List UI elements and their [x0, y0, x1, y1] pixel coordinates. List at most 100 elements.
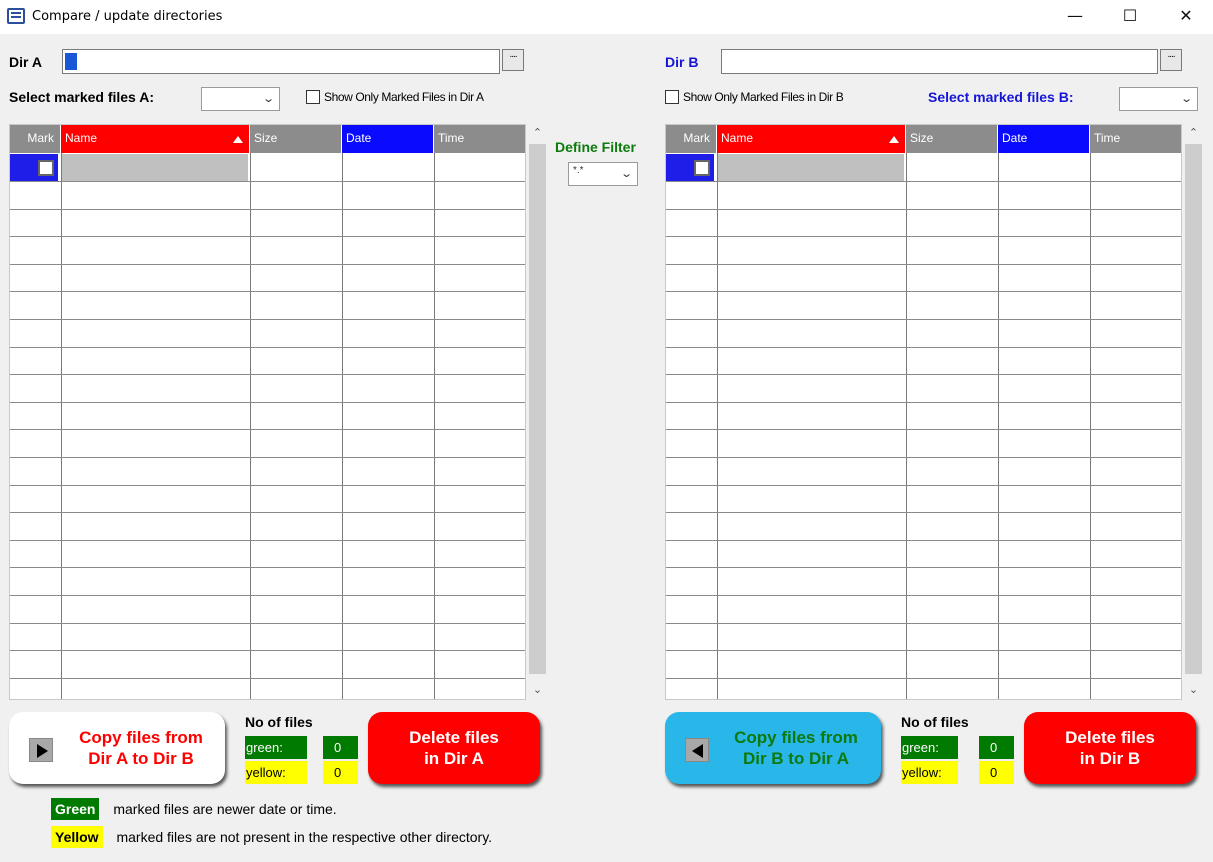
grid-row-divider — [666, 402, 1181, 403]
dir-a-browse-button[interactable]: .... — [502, 49, 524, 71]
no-of-files-b-title: No of files — [901, 714, 969, 730]
column-header-date[interactable]: Date — [998, 125, 1090, 153]
arrow-right-icon — [29, 738, 53, 762]
green-count-a-label: green: — [245, 736, 307, 759]
legend-yellow: Yellow marked files are not present in t… — [51, 826, 492, 848]
selected-name-cell[interactable] — [62, 154, 248, 181]
close-button[interactable]: ✕ — [1163, 0, 1209, 34]
copy-b-to-a-line1: Copy files from — [734, 728, 858, 747]
grid-row-divider — [666, 512, 1181, 513]
delete-files-a-line2: in Dir A — [424, 749, 484, 768]
yellow-count-a-label: yellow: — [245, 761, 307, 784]
dir-b-label: Dir B — [665, 54, 699, 70]
grid-row-divider — [666, 181, 1181, 182]
delete-files-b-button[interactable]: Delete files in Dir B — [1024, 712, 1196, 784]
copy-a-to-b-button[interactable]: Copy files from Dir A to Dir B — [9, 712, 225, 784]
copy-b-to-a-button[interactable]: Copy files from Dir B to Dir A — [665, 712, 881, 784]
copy-a-to-b-line1: Copy files from — [79, 728, 203, 747]
grid-column-divider — [61, 153, 62, 699]
grid-row-divider — [666, 678, 1181, 679]
column-header-name[interactable]: Name — [717, 125, 906, 153]
selected-mark-cell[interactable] — [666, 154, 714, 181]
scroll-up-icon[interactable]: ⌃ — [528, 126, 547, 139]
filter-value: *.* — [573, 165, 584, 176]
dir-b-browse-button[interactable]: .... — [1160, 49, 1182, 71]
grid-row-divider — [10, 485, 525, 486]
column-header-size[interactable]: Size — [250, 125, 342, 153]
delete-files-b-line1: Delete files — [1065, 728, 1155, 747]
grid-row-divider — [10, 595, 525, 596]
grid-row-divider — [666, 595, 1181, 596]
column-header-name[interactable]: Name — [61, 125, 250, 153]
scroll-down-icon[interactable]: ⌄ — [528, 683, 547, 696]
column-header-size[interactable]: Size — [906, 125, 998, 153]
column-header-name-label: Name — [65, 131, 98, 145]
green-count-a-value: 0 — [323, 736, 358, 759]
dir-a-input[interactable] — [62, 49, 500, 74]
scroll-thumb[interactable] — [529, 144, 546, 674]
column-header-time[interactable]: Time — [434, 125, 525, 153]
legend-green: Green marked files are newer date or tim… — [51, 798, 337, 820]
legend-yellow-text: marked files are not present in the resp… — [116, 829, 493, 845]
grid-row-divider — [10, 374, 525, 375]
copy-b-to-a-label: Copy files from Dir B to Dir A — [723, 727, 869, 769]
grid-row-divider — [10, 209, 525, 210]
grid-row-divider — [10, 181, 525, 182]
show-only-marked-b-label: Show Only Marked Files in Dir B — [683, 90, 844, 104]
column-header-time[interactable]: Time — [1090, 125, 1181, 153]
column-header-mark[interactable]: Mark — [666, 125, 717, 153]
checkbox-box — [306, 90, 320, 104]
green-count-b-value: 0 — [979, 736, 1014, 759]
grid-column-divider — [1090, 153, 1091, 699]
scroll-up-icon[interactable]: ⌃ — [1184, 126, 1203, 139]
grid-b-scrollbar[interactable]: ⌃ ⌄ — [1184, 124, 1203, 700]
app-icon — [7, 8, 25, 24]
grid-row-divider — [666, 374, 1181, 375]
dir-a-label: Dir A — [9, 54, 42, 70]
green-count-b-label: green: — [901, 736, 958, 759]
maximize-button[interactable]: ☐ — [1107, 0, 1153, 34]
scroll-down-icon[interactable]: ⌄ — [1184, 683, 1203, 696]
grid-row-divider — [666, 457, 1181, 458]
mark-checkbox[interactable] — [38, 160, 54, 176]
copy-a-to-b-line2: Dir A to Dir B — [88, 749, 194, 768]
column-header-name-label: Name — [721, 131, 754, 145]
grid-row-divider — [10, 429, 525, 430]
filter-dropdown[interactable]: *.* ⌄ — [568, 162, 638, 186]
file-grid-b[interactable]: Mark Name Size Date Time — [665, 124, 1182, 700]
selected-mark-cell[interactable] — [10, 154, 58, 181]
chevron-down-icon: ⌄ — [619, 168, 633, 180]
text-cursor — [65, 53, 77, 70]
grid-row-divider — [666, 540, 1181, 541]
copy-b-to-a-line2: Dir B to Dir A — [742, 749, 850, 768]
grid-column-divider — [717, 153, 718, 699]
select-marked-b-dropdown[interactable]: ⌄ — [1119, 87, 1198, 111]
checkbox-box — [665, 90, 679, 104]
grid-row-divider — [666, 264, 1181, 265]
delete-files-a-label: Delete files in Dir A — [368, 727, 540, 769]
show-only-marked-b-checkbox[interactable]: Show Only Marked Files in Dir B — [665, 90, 844, 104]
delete-files-a-button[interactable]: Delete files in Dir A — [368, 712, 540, 784]
grid-a-scrollbar[interactable]: ⌃ ⌄ — [528, 124, 547, 700]
file-grid-a[interactable]: Mark Name Size Date Time — [9, 124, 526, 700]
scroll-thumb[interactable] — [1185, 144, 1202, 674]
select-marked-a-dropdown[interactable]: ⌄ — [201, 87, 280, 111]
window-title: Compare / update directories — [32, 9, 223, 24]
delete-files-a-line1: Delete files — [409, 728, 499, 747]
arrow-left-icon — [685, 738, 709, 762]
dir-b-input[interactable] — [721, 49, 1158, 74]
column-header-mark[interactable]: Mark — [10, 125, 61, 153]
show-only-marked-a-checkbox[interactable]: Show Only Marked Files in Dir A — [306, 90, 484, 104]
selected-name-cell[interactable] — [718, 154, 904, 181]
grid-row-divider — [666, 347, 1181, 348]
grid-row-divider — [666, 209, 1181, 210]
yellow-count-b-value: 0 — [979, 761, 1014, 784]
grid-row-divider — [666, 429, 1181, 430]
grid-row-divider — [10, 236, 525, 237]
mark-checkbox[interactable] — [694, 160, 710, 176]
grid-column-divider — [250, 153, 251, 699]
no-of-files-a-title: No of files — [245, 714, 313, 730]
column-header-date[interactable]: Date — [342, 125, 434, 153]
define-filter-label: Define Filter — [555, 139, 636, 155]
minimize-button[interactable]: — — [1052, 0, 1098, 34]
